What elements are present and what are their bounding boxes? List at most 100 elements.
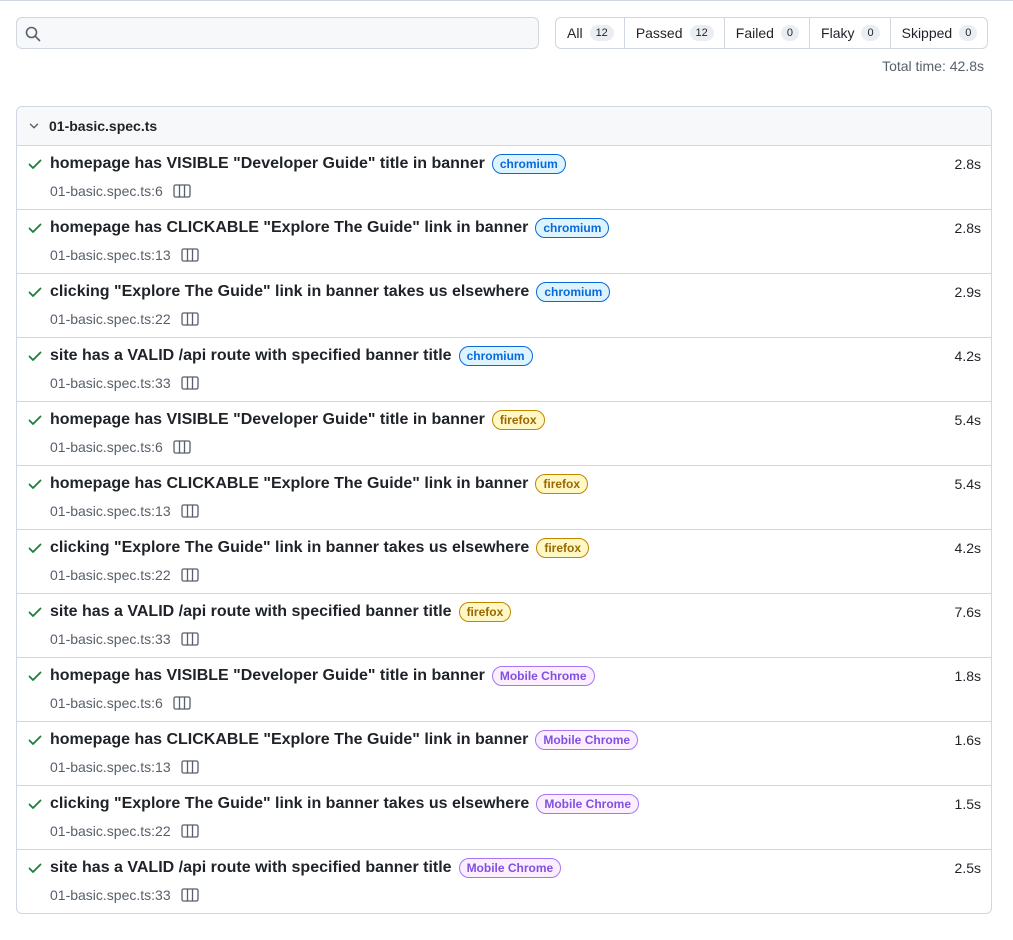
search-icon [25, 26, 41, 42]
test-title-line: homepage has CLICKABLE "Explore The Guid… [50, 474, 589, 494]
test-location-line: 01-basic.spec.ts:6 [50, 183, 191, 199]
test-title-line: site has a VALID /api route with specifi… [50, 346, 533, 366]
search-input[interactable] [49, 18, 529, 48]
trace-icon[interactable] [180, 504, 199, 518]
test-row: homepage has VISIBLE "Developer Guide" t… [17, 402, 991, 466]
test-location[interactable]: 01-basic.spec.ts:13 [50, 759, 171, 775]
project-badge[interactable]: firefox [536, 538, 590, 558]
test-location[interactable]: 01-basic.spec.ts:22 [50, 567, 171, 583]
chevron-down-icon [29, 123, 39, 129]
trace-icon[interactable] [180, 248, 199, 262]
test-title[interactable]: homepage has VISIBLE "Developer Guide" t… [50, 411, 485, 429]
test-title[interactable]: site has a VALID /api route with specifi… [50, 859, 452, 877]
test-duration: 2.8s [954, 156, 981, 172]
top-divider [0, 0, 1013, 1]
test-title-line: homepage has VISIBLE "Developer Guide" t… [50, 154, 566, 174]
project-badge[interactable]: firefox [458, 602, 512, 622]
test-duration: 1.8s [954, 668, 981, 684]
test-location-line: 01-basic.spec.ts:33 [50, 375, 199, 391]
test-location[interactable]: 01-basic.spec.ts:13 [50, 247, 171, 263]
test-location-line: 01-basic.spec.ts:22 [50, 823, 199, 839]
test-location[interactable]: 01-basic.spec.ts:22 [50, 311, 171, 327]
project-badge[interactable]: Mobile Chrome [491, 666, 595, 686]
filter-failed[interactable]: Failed 0 [725, 18, 811, 48]
test-title-line: clicking "Explore The Guide" link in ban… [50, 794, 639, 814]
test-location[interactable]: 01-basic.spec.ts:6 [50, 439, 163, 455]
trace-icon[interactable] [173, 440, 191, 454]
trace-icon[interactable] [180, 568, 199, 582]
test-title[interactable]: homepage has VISIBLE "Developer Guide" t… [50, 155, 485, 173]
test-location[interactable]: 01-basic.spec.ts:33 [50, 375, 171, 391]
project-badge[interactable]: Mobile Chrome [536, 794, 639, 814]
test-row: homepage has CLICKABLE "Explore The Guid… [17, 722, 991, 786]
filter-label: Passed [635, 25, 683, 41]
test-title[interactable]: homepage has CLICKABLE "Explore The Guid… [50, 731, 528, 749]
check-icon [28, 351, 42, 361]
test-location[interactable]: 01-basic.spec.ts:22 [50, 823, 171, 839]
test-file-panel: 01-basic.spec.ts homepage has VISIBLE "D… [16, 106, 992, 914]
test-location-line: 01-basic.spec.ts:13 [50, 503, 199, 519]
test-row: homepage has VISIBLE "Developer Guide" t… [17, 658, 991, 722]
file-name: 01-basic.spec.ts [49, 118, 158, 134]
test-title[interactable]: clicking "Explore The Guide" link in ban… [50, 283, 529, 301]
trace-icon[interactable] [173, 696, 191, 710]
filter-passed[interactable]: Passed 12 [625, 18, 725, 48]
filter-skipped[interactable]: Skipped 0 [891, 18, 988, 48]
project-badge[interactable]: chromium [535, 218, 610, 238]
project-badge[interactable]: Mobile Chrome [458, 858, 562, 878]
test-location-line: 01-basic.spec.ts:33 [50, 631, 199, 647]
test-location-line: 01-basic.spec.ts:6 [50, 695, 191, 711]
test-row: clicking "Explore The Guide" link in ban… [17, 274, 991, 338]
test-title[interactable]: clicking "Explore The Guide" link in ban… [50, 539, 529, 557]
trace-icon[interactable] [180, 632, 199, 646]
trace-icon[interactable] [180, 376, 199, 390]
check-icon [28, 671, 42, 681]
check-icon [28, 479, 42, 489]
test-location[interactable]: 01-basic.spec.ts:6 [50, 695, 163, 711]
trace-icon[interactable] [180, 888, 199, 902]
project-badge[interactable]: chromium [458, 346, 533, 366]
test-title[interactable]: site has a VALID /api route with specifi… [50, 603, 452, 621]
test-title[interactable]: clicking "Explore The Guide" link in ban… [50, 795, 529, 813]
test-title[interactable]: homepage has CLICKABLE "Explore The Guid… [50, 475, 528, 493]
filter-label: Flaky [821, 25, 855, 41]
test-title[interactable]: homepage has CLICKABLE "Explore The Guid… [50, 219, 528, 237]
filter-all[interactable]: All 12 [556, 18, 625, 48]
trace-icon[interactable] [173, 184, 191, 198]
project-badge[interactable]: firefox [535, 474, 589, 494]
search-box[interactable] [16, 17, 539, 49]
test-title-line: homepage has VISIBLE "Developer Guide" t… [50, 666, 595, 686]
trace-icon[interactable] [180, 760, 199, 774]
check-icon [28, 287, 42, 297]
test-row: clicking "Explore The Guide" link in ban… [17, 530, 991, 594]
test-location[interactable]: 01-basic.spec.ts:13 [50, 503, 171, 519]
project-badge[interactable]: chromium [491, 154, 566, 174]
check-icon [28, 863, 42, 873]
filter-count: 0 [861, 25, 880, 41]
project-badge[interactable]: Mobile Chrome [535, 730, 639, 750]
filter-label: Skipped [901, 25, 953, 41]
test-location[interactable]: 01-basic.spec.ts:33 [50, 631, 171, 647]
test-location[interactable]: 01-basic.spec.ts:6 [50, 183, 163, 199]
test-duration: 1.5s [954, 796, 981, 812]
project-badge[interactable]: firefox [491, 410, 545, 430]
check-icon [28, 735, 42, 745]
trace-icon[interactable] [180, 312, 199, 326]
check-icon [28, 799, 42, 809]
test-duration: 1.6s [954, 732, 981, 748]
test-list: homepage has VISIBLE "Developer Guide" t… [17, 146, 991, 913]
project-badge[interactable]: chromium [536, 282, 611, 302]
test-location-line: 01-basic.spec.ts:22 [50, 311, 199, 327]
trace-icon[interactable] [180, 824, 199, 838]
test-duration: 2.9s [954, 284, 981, 300]
test-title[interactable]: site has a VALID /api route with specifi… [50, 347, 452, 365]
filter-flaky[interactable]: Flaky 0 [810, 18, 891, 48]
file-header[interactable]: 01-basic.spec.ts [17, 107, 991, 146]
test-title-line: site has a VALID /api route with specifi… [50, 858, 562, 878]
test-title[interactable]: homepage has VISIBLE "Developer Guide" t… [50, 667, 485, 685]
test-title-line: site has a VALID /api route with specifi… [50, 602, 512, 622]
test-duration: 4.2s [954, 348, 981, 364]
filter-count: 12 [689, 25, 714, 41]
test-location[interactable]: 01-basic.spec.ts:33 [50, 887, 171, 903]
test-row: site has a VALID /api route with specifi… [17, 594, 991, 658]
